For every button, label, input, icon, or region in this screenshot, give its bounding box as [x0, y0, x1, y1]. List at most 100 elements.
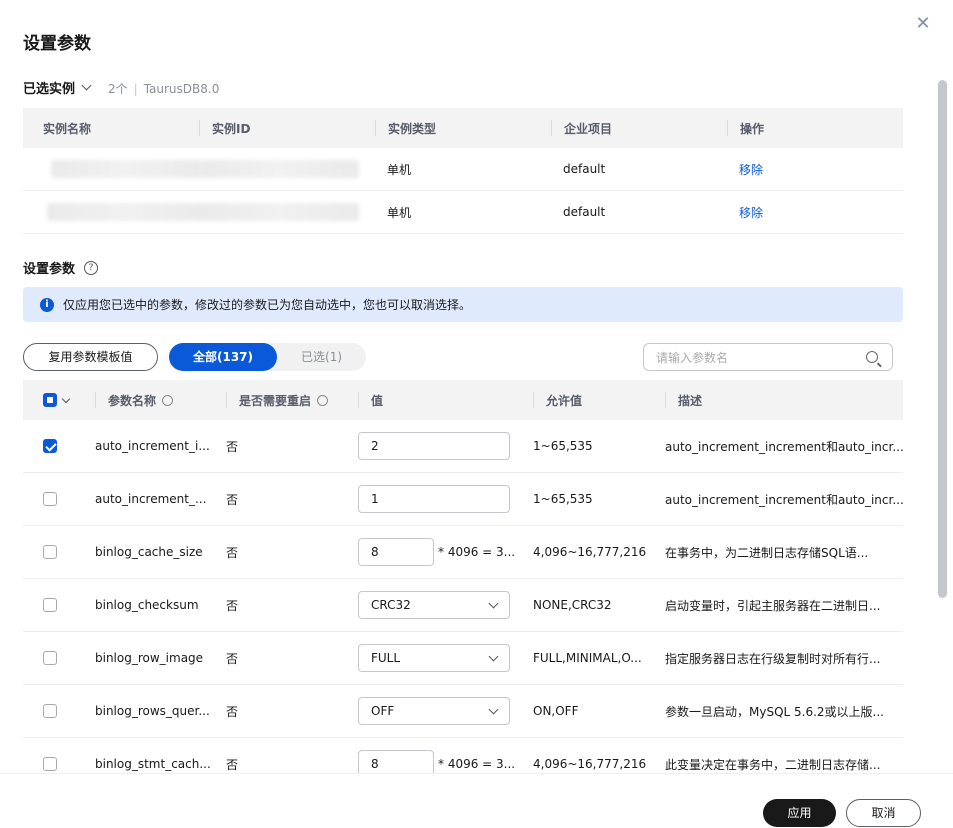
info-banner: i 仅应用您已选中的参数，修改过的参数已为您自动选中，您也可以取消选择。: [23, 287, 903, 322]
param-allowed: 1~65,535: [533, 492, 593, 506]
param-description: 此变量决定在事务中，二进制日志存储...: [665, 757, 881, 772]
col-allowed: 允许值: [546, 393, 583, 408]
search-input[interactable]: 请输入参数名: [643, 343, 893, 371]
param-name: auto_increment_...: [95, 492, 207, 506]
col-instance-name: 实例名称: [43, 121, 92, 136]
apply-button[interactable]: 应用: [763, 799, 836, 827]
row-checkbox[interactable]: [43, 492, 57, 506]
table-row: binlog_stmt_cach... 否 8 * 4096 = 3... 4,0…: [23, 738, 903, 773]
param-description: auto_increment_increment和auto_incr...: [665, 439, 903, 454]
close-icon[interactable]: ✕: [913, 14, 933, 34]
param-allowed: 4,096~16,777,216: [533, 545, 647, 559]
enterprise-project: default: [563, 205, 606, 219]
param-name: binlog_rows_quer...: [95, 704, 210, 718]
row-checkbox[interactable]: [43, 598, 57, 612]
search-placeholder: 请输入参数名: [656, 350, 729, 365]
param-description: 启动变量时，引起主服务器在二进制日...: [665, 598, 881, 613]
chevron-down-icon: [488, 598, 499, 608]
value-select-label: FULL: [371, 651, 401, 665]
row-checkbox[interactable]: [43, 439, 57, 453]
param-name: binlog_row_image: [95, 651, 204, 665]
params-section-heading: 设置参数 ?: [23, 258, 99, 277]
chevron-down-icon[interactable]: [61, 394, 71, 403]
col-instance-type: 实例类型: [388, 121, 437, 136]
row-checkbox[interactable]: [43, 651, 57, 665]
instance-id-redacted: [199, 203, 359, 221]
table-row: 单机 default 移除: [23, 191, 903, 234]
param-name: binlog_stmt_cach...: [95, 757, 211, 771]
value-input[interactable]: 8: [358, 538, 434, 566]
table-row: auto_increment_... 否 1 1~65,535 auto_inc…: [23, 473, 903, 526]
param-description: auto_increment_increment和auto_incr...: [665, 492, 903, 507]
param-allowed: 4,096~16,777,216: [533, 757, 647, 771]
param-name: binlog_checksum: [95, 598, 199, 612]
sort-icon[interactable]: [162, 394, 174, 406]
selected-instances-toggle[interactable]: 已选实例: [23, 78, 92, 97]
value-suffix: * 4096 = 3...: [438, 757, 516, 771]
instance-type: 单机: [387, 162, 412, 177]
row-checkbox[interactable]: [43, 757, 57, 771]
instance-id-redacted: [199, 160, 359, 178]
table-header: 参数名称 是否需要重启 值 允许值 描述: [23, 380, 903, 420]
param-restart: 否: [226, 598, 239, 613]
col-description: 描述: [678, 393, 703, 408]
value-select[interactable]: OFF: [358, 697, 510, 725]
param-restart: 否: [226, 757, 239, 772]
selected-instances-meta: 2个 | TaurusDB8.0: [108, 82, 220, 96]
table-header: 实例名称 实例ID 实例类型 企业项目 操作: [23, 108, 903, 148]
col-param-name: 参数名称: [108, 393, 157, 408]
chevron-down-icon: [488, 651, 499, 661]
value-input[interactable]: 2: [358, 432, 510, 460]
param-allowed: ON,OFF: [533, 704, 579, 718]
value-select-label: OFF: [371, 704, 395, 718]
table-row: binlog_cache_size 否 8 * 4096 = 3... 4,096…: [23, 526, 903, 579]
cancel-button[interactable]: 取消: [846, 799, 921, 827]
selected-instances-heading: 已选实例: [23, 82, 76, 97]
search-icon[interactable]: [866, 351, 878, 363]
param-restart: 否: [226, 704, 239, 719]
tab-selected[interactable]: 已选(1): [277, 343, 366, 371]
selected-instances-table: 实例名称 实例ID 实例类型 企业项目 操作 单机 default 移除 单机 …: [23, 108, 903, 234]
param-restart: 否: [226, 439, 239, 454]
param-description: 参数一旦启动，MySQL 5.6.2或以上版...: [665, 704, 884, 719]
reuse-template-button[interactable]: 复用参数模板值: [23, 343, 158, 371]
table-row: auto_increment_i... 否 2 1~65,535 auto_in…: [23, 420, 903, 473]
filter-tabs: 全部(137) 已选(1): [169, 343, 367, 371]
parameters-table: 参数名称 是否需要重启 值 允许值 描述 auto_increment_i...…: [23, 380, 903, 773]
footer-divider: [0, 773, 953, 774]
value-select-label: CRC32: [371, 598, 411, 612]
param-allowed: NONE,CRC32: [533, 598, 612, 612]
param-description: 在事务中，为二进制日志存储SQL语...: [665, 545, 869, 560]
param-restart: 否: [226, 651, 239, 666]
select-all-checkbox[interactable]: [43, 393, 57, 407]
param-restart: 否: [226, 492, 239, 507]
info-icon: i: [40, 297, 54, 312]
row-checkbox[interactable]: [43, 704, 57, 718]
remove-link[interactable]: 移除: [739, 206, 763, 220]
instance-type: 单机: [387, 205, 412, 220]
selected-count: 2个: [108, 82, 128, 96]
dialog-title: 设置参数: [23, 34, 91, 54]
param-name: binlog_cache_size: [95, 545, 203, 559]
value-select[interactable]: FULL: [358, 644, 510, 672]
chevron-down-icon: [488, 704, 499, 714]
value-select[interactable]: CRC32: [358, 591, 510, 619]
col-restart: 是否需要重启: [239, 393, 312, 408]
table-row: binlog_rows_quer... 否 OFF ON,OFF 参数一旦启动，…: [23, 685, 903, 738]
chevron-down-icon: [81, 80, 92, 91]
scrollbar-thumb[interactable]: [938, 80, 947, 598]
row-checkbox[interactable]: [43, 545, 57, 559]
table-row: binlog_row_image 否 FULL FULL,MINIMAL,O..…: [23, 632, 903, 685]
sort-icon[interactable]: [317, 394, 329, 406]
param-allowed: 1~65,535: [533, 439, 593, 453]
value-input[interactable]: 1: [358, 485, 510, 513]
remove-link[interactable]: 移除: [739, 163, 763, 177]
params-heading-text: 设置参数: [23, 262, 76, 277]
tab-all[interactable]: 全部(137): [169, 343, 278, 371]
instance-name-redacted: [51, 160, 201, 178]
question-circle-icon[interactable]: ?: [84, 260, 99, 275]
value-suffix: * 4096 = 3...: [438, 545, 516, 559]
value-input[interactable]: 8: [358, 750, 434, 773]
param-allowed: FULL,MINIMAL,O...: [533, 651, 642, 665]
param-description: 指定服务器日志在行级复制时对所有行...: [665, 651, 881, 666]
